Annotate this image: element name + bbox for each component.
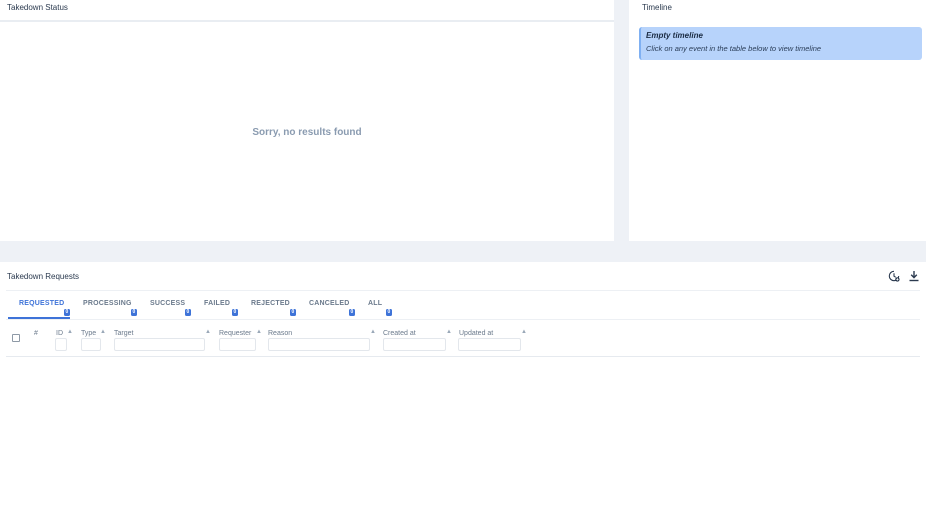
- filter-type-input[interactable]: [81, 338, 101, 351]
- tab-rejected[interactable]: REJECTED 0: [251, 300, 296, 316]
- table-header-divider: [6, 356, 920, 357]
- tab-success[interactable]: SUCCESS 0: [150, 300, 191, 316]
- tabs-divider: [6, 319, 920, 320]
- filter-reason-input[interactable]: [268, 338, 370, 351]
- filter-created-at-input[interactable]: [383, 338, 446, 351]
- tab-failed-count: 0: [232, 309, 238, 316]
- tab-all[interactable]: ALL 0: [368, 300, 392, 316]
- tab-canceled-count: 0: [349, 309, 355, 316]
- download-icon: [909, 271, 919, 282]
- tab-requested-label: REQUESTED: [19, 300, 65, 307]
- sort-up-icon[interactable]: ▲: [521, 329, 527, 335]
- tab-all-count: 0: [386, 309, 392, 316]
- timeline-panel: Timeline Empty timeline Click on any eve…: [629, 0, 926, 241]
- takedown-status-panel: Takedown Status Sorry, no results found: [0, 0, 614, 241]
- column-header-type[interactable]: Type: [81, 330, 96, 337]
- tab-requested[interactable]: REQUESTED 0: [19, 300, 70, 316]
- tab-success-count: 0: [185, 309, 191, 316]
- sort-up-icon[interactable]: ▲: [100, 329, 106, 335]
- tab-all-label: ALL: [368, 300, 383, 307]
- empty-timeline-card: Empty timeline Click on any event in the…: [639, 27, 922, 60]
- status-tabs: REQUESTED 0 PROCESSING 0 SUCCESS 0 FAILE…: [0, 300, 926, 320]
- filter-updated-at-input[interactable]: [458, 338, 521, 351]
- download-button[interactable]: [908, 269, 920, 282]
- tab-processing-label: PROCESSING: [83, 300, 132, 307]
- tab-canceled-label: CANCELED: [309, 300, 350, 307]
- empty-timeline-hint: Click on any event in the table below to…: [646, 44, 822, 53]
- column-header-index: #: [34, 330, 38, 337]
- tab-failed[interactable]: FAILED 0: [204, 300, 238, 316]
- tab-processing-count: 0: [131, 309, 137, 316]
- sort-up-icon[interactable]: ▲: [67, 329, 73, 335]
- tab-canceled[interactable]: CANCELED 0: [309, 300, 355, 316]
- filter-target-input[interactable]: [114, 338, 205, 351]
- no-results-message: Sorry, no results found: [252, 127, 362, 138]
- column-header-requester[interactable]: Requester: [219, 330, 251, 337]
- takedown-status-title: Takedown Status: [7, 3, 68, 12]
- column-header-reason[interactable]: Reason: [268, 330, 292, 337]
- sort-up-icon[interactable]: ▲: [446, 329, 452, 335]
- tab-requested-count: 0: [64, 309, 70, 316]
- requests-header-divider: [6, 290, 920, 291]
- column-header-created-at[interactable]: Created at: [383, 330, 416, 337]
- history-button[interactable]: [888, 269, 900, 282]
- takedown-requests-panel: Takedown Requests REQUESTED 0 PROCESSING…: [0, 262, 926, 520]
- status-divider: [0, 20, 614, 22]
- filter-requester-input[interactable]: [219, 338, 256, 351]
- tab-processing[interactable]: PROCESSING 0: [83, 300, 137, 316]
- sort-up-icon[interactable]: ▲: [256, 329, 262, 335]
- tab-rejected-count: 0: [290, 309, 296, 316]
- sort-up-icon[interactable]: ▲: [370, 329, 376, 335]
- tab-rejected-label: REJECTED: [251, 300, 290, 307]
- timeline-title: Timeline: [642, 3, 672, 12]
- sort-up-icon[interactable]: ▲: [205, 329, 211, 335]
- column-header-updated-at[interactable]: Updated at: [459, 330, 493, 337]
- filter-id-input[interactable]: [55, 338, 67, 351]
- column-header-id[interactable]: ID: [56, 330, 63, 337]
- tab-failed-label: FAILED: [204, 300, 231, 307]
- tab-success-label: SUCCESS: [150, 300, 186, 307]
- select-all-checkbox[interactable]: [12, 334, 20, 342]
- empty-timeline-heading: Empty timeline: [646, 31, 703, 40]
- takedown-requests-title: Takedown Requests: [7, 272, 80, 281]
- history-icon: [888, 270, 900, 282]
- column-header-target[interactable]: Target: [114, 330, 133, 337]
